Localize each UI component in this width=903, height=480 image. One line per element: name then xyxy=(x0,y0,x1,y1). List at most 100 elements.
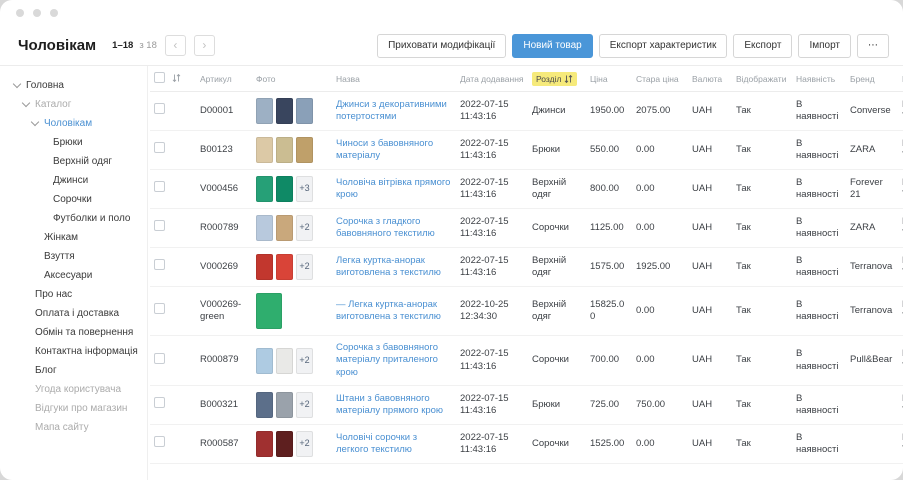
window-close-button[interactable] xyxy=(16,9,24,17)
more-photos-badge[interactable]: +2 xyxy=(296,392,313,418)
date-added: 2022-07-15 xyxy=(460,138,524,150)
more-photos-badge[interactable]: +2 xyxy=(296,431,313,457)
new-product-button[interactable]: Новий товар xyxy=(512,34,592,58)
date-cell: 2022-07-1511:43:16 xyxy=(456,170,528,209)
sidebar-item-obmin-ta-povernennia[interactable]: Обмін та повернення xyxy=(14,323,147,342)
chevron-glyph xyxy=(22,99,30,107)
column-header-currency[interactable]: Валюта xyxy=(688,66,732,92)
column-label-text: Валюта xyxy=(692,74,722,84)
row-checkbox[interactable] xyxy=(154,353,165,364)
chevron-down-icon xyxy=(23,103,35,106)
column-label-text: Фото xyxy=(256,74,276,84)
sidebar-item-sorochky[interactable]: Сорочки xyxy=(14,190,147,209)
row-checkbox[interactable] xyxy=(154,181,165,192)
product-photo xyxy=(276,431,293,457)
export-button[interactable]: Експорт xyxy=(733,34,792,58)
sidebar-item-uhoda-korystuvacha[interactable]: Угода користувача xyxy=(14,380,147,399)
sidebar-item-zhinkam[interactable]: Жінкам xyxy=(14,228,147,247)
row-checkbox[interactable] xyxy=(154,397,165,408)
column-label: Ціна xyxy=(590,74,608,84)
photo-cell xyxy=(252,287,332,336)
row-checkbox[interactable] xyxy=(154,259,165,270)
sku-value: D00001 xyxy=(200,105,233,116)
column-header-photo[interactable]: Фото xyxy=(252,66,332,92)
chevron-down-icon xyxy=(32,122,44,125)
sidebar-item-label: Контактна інформація xyxy=(35,346,138,357)
row-checkbox[interactable] xyxy=(154,303,165,314)
more-photos-badge[interactable]: +3 xyxy=(296,176,313,202)
row-select-cell xyxy=(150,92,196,131)
sidebar-item-dzhynsy[interactable]: Джинси xyxy=(14,171,147,190)
more-photos-badge[interactable]: +2 xyxy=(296,215,313,241)
currency-cell: UAH xyxy=(688,248,732,287)
photo-thumbs xyxy=(256,293,328,329)
currency-cell: UAH xyxy=(688,92,732,131)
more-photos-badge[interactable]: +2 xyxy=(296,254,313,280)
column-header-display[interactable]: Відображати xyxy=(732,66,792,92)
sidebar-item-verkhnii-odiah[interactable]: Верхній одяг xyxy=(14,152,147,171)
window-maximize-button[interactable] xyxy=(50,9,58,17)
column-label: Артикул xyxy=(200,74,232,84)
hide-modifications-button[interactable]: Приховати модифікації xyxy=(377,34,506,58)
product-name-link[interactable]: Сорочка з бавовняного матеріалу притален… xyxy=(336,342,438,378)
sku-cell: R000879 xyxy=(196,336,252,386)
product-name-link[interactable]: Чоловіча вітрівка прямого крою xyxy=(336,177,450,200)
availability-cell: В наявності xyxy=(792,131,846,170)
row-checkbox[interactable] xyxy=(154,103,165,114)
select-all-checkbox[interactable] xyxy=(154,72,165,83)
pagination-next-button[interactable]: › xyxy=(194,35,215,56)
sidebar-item-kataloh[interactable]: Каталог xyxy=(14,95,147,114)
column-header-date[interactable]: Дата додавання xyxy=(456,66,528,92)
sidebar-item-futbolky-i-polo[interactable]: Футболки и поло xyxy=(14,209,147,228)
sidebar-item-vzuttia[interactable]: Взуття xyxy=(14,247,147,266)
window-minimize-button[interactable] xyxy=(33,9,41,17)
select-column-header xyxy=(150,66,196,92)
column-header-brand[interactable]: Бренд xyxy=(846,66,898,92)
sidebar-item-cholovikam[interactable]: Чоловікам xyxy=(14,114,147,133)
more-photos-badge[interactable]: +2 xyxy=(296,348,313,374)
column-header-price[interactable]: Ціна xyxy=(586,66,632,92)
date-cell: 2022-07-1511:43:16 xyxy=(456,336,528,386)
date-cell: 2022-07-1511:43:16 xyxy=(456,425,528,464)
product-name-link[interactable]: Сорочка з гладкого бавовняного текстилю xyxy=(336,216,435,239)
price-cell: 1525.00 xyxy=(586,425,632,464)
row-select-cell xyxy=(150,336,196,386)
sidebar-item-oplata-i-dostavka[interactable]: Оплата і доставка xyxy=(14,304,147,323)
column-header-old_price[interactable]: Стара ціна xyxy=(632,66,688,92)
product-name-link[interactable]: Джинси з декоративними потертостями xyxy=(336,99,447,122)
row-checkbox[interactable] xyxy=(154,142,165,153)
date-added: 2022-07-15 xyxy=(460,177,524,189)
sidebar-item-bryuky[interactable]: Брюки xyxy=(14,133,147,152)
chevron-glyph xyxy=(13,80,21,88)
export-attributes-button[interactable]: Експорт характеристик xyxy=(599,34,728,58)
column-header-name[interactable]: Назва xyxy=(332,66,456,92)
column-header-section[interactable]: Розділ xyxy=(528,66,586,92)
product-name-link[interactable]: Штани з бавовняного матеріалу прямого кр… xyxy=(336,393,443,416)
row-checkbox[interactable] xyxy=(154,220,165,231)
more-button[interactable]: ⋯ xyxy=(857,34,889,58)
sidebar-item-aksesuary[interactable]: Аксесуари xyxy=(14,266,147,285)
product-name-link[interactable]: Легка куртка-анорак виготовлена з тексти… xyxy=(336,255,441,278)
column-header-sku[interactable]: Артикул xyxy=(196,66,252,92)
pagination-prev-button[interactable]: ‹ xyxy=(165,35,186,56)
product-name-link[interactable]: Чоловічі сорочки з легкого текстилю xyxy=(336,432,417,455)
column-header-availability[interactable]: Наявність xyxy=(792,66,846,92)
old-price-cell: 0.00 xyxy=(632,131,688,170)
sort-rows-icon[interactable] xyxy=(172,73,181,83)
column-header-template[interactable]: Шаблон xyxy=(898,66,903,92)
column-label-text: Назва xyxy=(336,74,360,84)
photo-thumbs: +2 xyxy=(256,348,328,374)
sidebar-item-mapa-saitu[interactable]: Мапа сайту xyxy=(14,418,147,437)
sidebar-item-vidhuky-pro-mahazyn[interactable]: Відгуки про магазин xyxy=(14,399,147,418)
row-checkbox[interactable] xyxy=(154,436,165,447)
sidebar-item-kontaktna-informatsiia[interactable]: Контактна інформація xyxy=(14,342,147,361)
sidebar-item-holovna[interactable]: Головна xyxy=(14,76,147,95)
product-name-link[interactable]: Чиноси з бавовняного матеріалу xyxy=(336,138,433,161)
app-window: Чоловікам 1–18 з 18 ‹ › Приховати модифі… xyxy=(0,0,903,480)
sidebar-item-label: Сорочки xyxy=(53,194,92,205)
date-cell: 2022-07-1511:43:16 xyxy=(456,248,528,287)
import-button[interactable]: Імпорт xyxy=(798,34,851,58)
sidebar-item-bloh[interactable]: Блог xyxy=(14,361,147,380)
product-name-link[interactable]: — Легка куртка-анорак виготовлена з текс… xyxy=(336,299,441,322)
sidebar-item-pro-nas[interactable]: Про нас xyxy=(14,285,147,304)
